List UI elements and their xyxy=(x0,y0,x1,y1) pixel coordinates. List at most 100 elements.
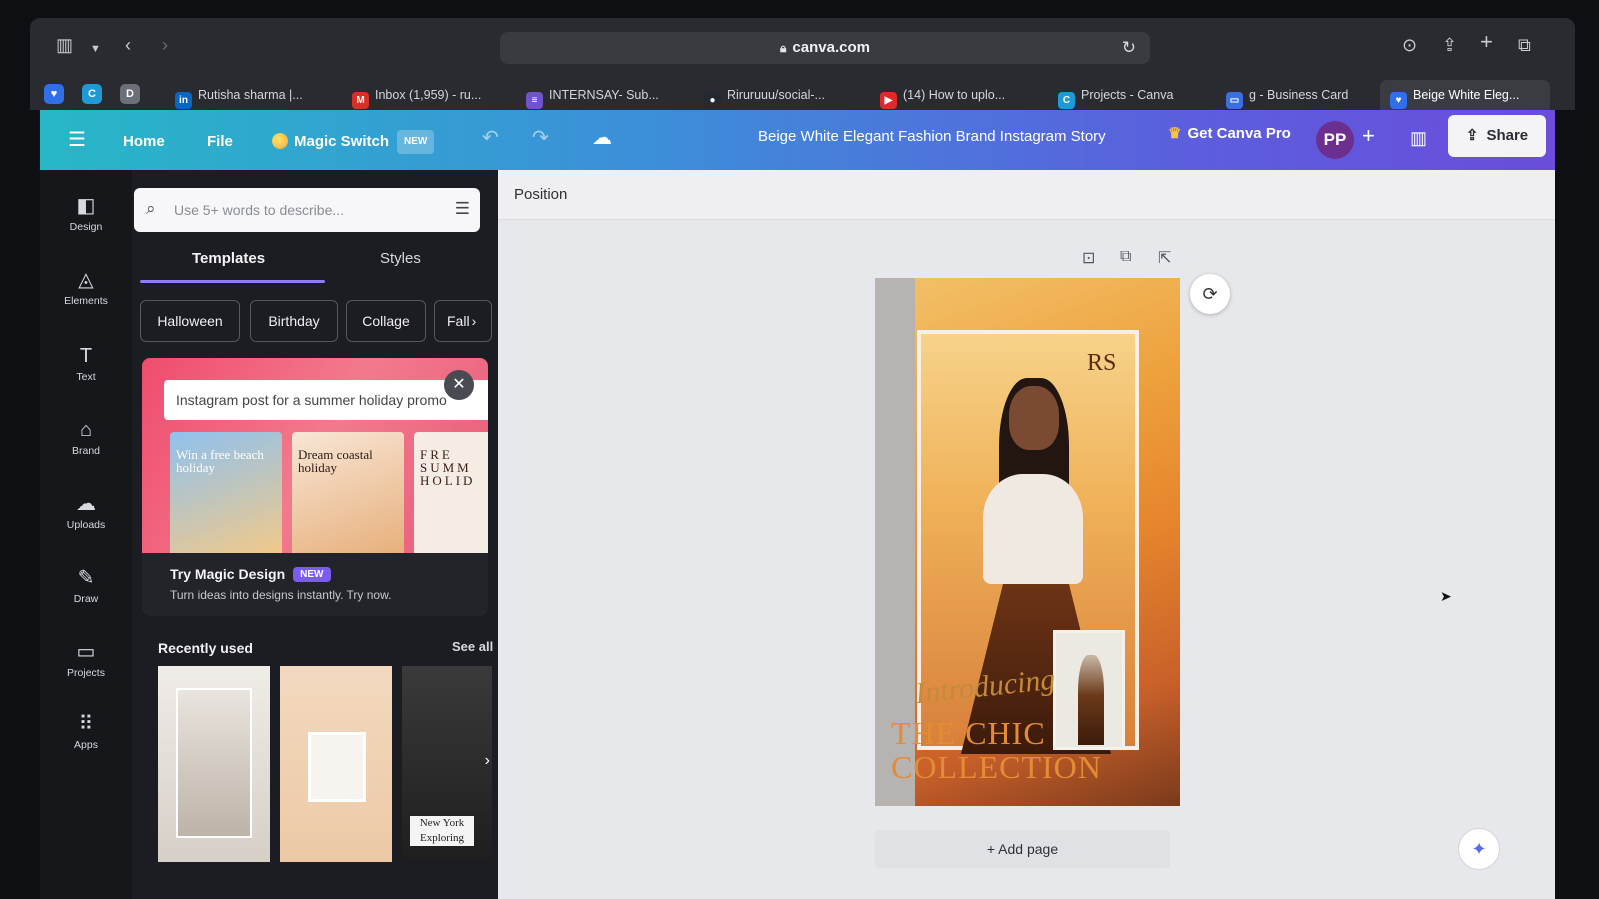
promo-thumb: Dream coastal holiday xyxy=(292,432,404,553)
recent-template[interactable]: New York Exploring › xyxy=(402,666,492,862)
pinned-tab[interactable]: C xyxy=(82,84,102,104)
sidebar-toggle-icon[interactable]: ▥ xyxy=(56,34,73,56)
add-member-icon[interactable]: + xyxy=(1362,125,1375,147)
menu-icon[interactable]: ☰ xyxy=(68,130,86,150)
refresh-icon[interactable]: ⟳ xyxy=(1190,274,1230,314)
sidebar-item-apps[interactable]: ⠿ Apps xyxy=(40,712,132,752)
design-title-text[interactable]: THE CHIC COLLECTION xyxy=(891,716,1180,784)
sidebar-item-label: Brand xyxy=(71,445,101,457)
linkedin-icon: in xyxy=(175,92,192,109)
avatar[interactable]: PP xyxy=(1316,121,1354,159)
undo-icon[interactable]: ↶ xyxy=(482,128,499,148)
sidebar-item-projects[interactable]: ▭ Projects xyxy=(40,640,132,680)
chip-fall-label: Fall xyxy=(447,313,470,329)
recent-template[interactable] xyxy=(158,666,270,862)
file-menu[interactable]: File xyxy=(207,132,233,152)
browser-tab-title: Projects - Canva xyxy=(1081,88,1174,102)
chip-halloween[interactable]: Halloween xyxy=(140,300,240,342)
template-caption-line: Exploring xyxy=(420,832,464,844)
sidebar-item-design[interactable]: ◧ Design xyxy=(40,194,132,234)
browser-tab[interactable]: M Inbox (1,959) - ru... xyxy=(352,80,512,110)
new-tab-icon[interactable]: + xyxy=(1480,31,1493,53)
chip-fall[interactable]: Fall › xyxy=(434,300,492,342)
browser-tab[interactable]: in Rutisha sharma |... xyxy=(175,80,335,110)
text-icon: T xyxy=(79,345,93,367)
add-page-button[interactable]: + Add page xyxy=(875,830,1170,868)
draw-icon: ✎ xyxy=(77,567,95,589)
youtube-icon: ▶ xyxy=(880,92,897,109)
back-icon[interactable]: ‹ xyxy=(125,34,131,56)
sidebar-item-text[interactable]: T Text xyxy=(40,344,132,384)
design-monogram[interactable]: RS xyxy=(1087,350,1116,377)
browser-tab-title: (14) How to uplo... xyxy=(903,88,1006,102)
heart-shield-icon: ♥ xyxy=(50,88,58,100)
tab-overview-icon[interactable]: ⧉ xyxy=(1518,34,1531,56)
editor-canvas-area: Position ⊡ ⧉ ⇱ ⟳ RS Introducing THE CHIC… xyxy=(498,170,1555,899)
get-canva-pro-button[interactable]: ♛ Get Canva Pro xyxy=(1168,124,1291,144)
canva-icon: C xyxy=(88,88,96,100)
promo-thumb-text: Dream coastal holiday xyxy=(298,447,373,475)
template-search: ⌕ ☰ xyxy=(134,188,480,232)
promo-prompt: Instagram post for a summer holiday prom… xyxy=(164,380,488,420)
tab-templates[interactable]: Templates xyxy=(192,250,265,267)
forward-icon[interactable]: › xyxy=(162,34,168,56)
duplicate-page-icon[interactable]: ⧉ xyxy=(1120,248,1131,266)
design-page[interactable]: RS Introducing THE CHIC COLLECTION xyxy=(875,278,1180,806)
browser-tab[interactable]: ▭ g - Business Card xyxy=(1226,80,1376,110)
pinned-tab[interactable]: ♥ xyxy=(44,84,64,104)
recent-template[interactable] xyxy=(280,666,392,862)
lock-icon[interactable]: ⊡ xyxy=(1082,248,1095,268)
browser-tab-title: INTERNSAY- Sub... xyxy=(549,88,659,102)
sidebar-item-elements[interactable]: ◬ Elements xyxy=(40,268,132,308)
chevron-right-icon[interactable]: › xyxy=(485,752,490,770)
sidebar-item-draw[interactable]: ✎ Draw xyxy=(40,566,132,606)
close-icon[interactable]: ✕ xyxy=(444,370,474,400)
magic-assistant-icon[interactable]: ✦ xyxy=(1458,828,1500,870)
browser-chrome: ▥ ▼ ‹ › 🔒︎ canva.com ↻ ⊙ ⇪ + ⧉ ♥ C D in Ru… xyxy=(30,18,1575,110)
magic-switch-label: Magic Switch xyxy=(294,133,390,150)
sidebar-item-brand[interactable]: ⌂ Brand xyxy=(40,418,132,458)
canva-icon: C xyxy=(1058,92,1075,109)
filter-icon[interactable]: ☰ xyxy=(455,199,470,219)
reload-icon[interactable]: ↻ xyxy=(1122,32,1136,64)
tab-styles[interactable]: Styles xyxy=(380,250,421,267)
chip-birthday[interactable]: Birthday xyxy=(250,300,338,342)
github-icon: ● xyxy=(704,92,721,109)
browser-tab[interactable]: C Projects - Canva xyxy=(1058,80,1218,110)
projects-icon: ▭ xyxy=(76,641,96,663)
browser-tab[interactable]: ≡ INTERNSAY- Sub... xyxy=(526,80,691,110)
browser-tab[interactable]: ♥ Beige White Eleg... xyxy=(1380,80,1550,110)
search-input[interactable] xyxy=(174,199,434,221)
mouse-cursor-icon: ➤ xyxy=(1440,588,1452,604)
address-bar[interactable]: 🔒︎ canva.com ↻ xyxy=(500,32,1150,64)
chevron-down-icon[interactable]: ▼ xyxy=(90,38,101,60)
download-icon[interactable]: ⊙ xyxy=(1402,34,1417,56)
templates-panel: ⌕ ☰ Templates Styles Halloween Birthday … xyxy=(132,170,498,899)
home-menu[interactable]: Home xyxy=(123,132,165,152)
chevron-right-icon[interactable]: › xyxy=(472,313,477,329)
browser-tab-title: Rutisha sharma |... xyxy=(198,88,303,102)
editor-toolbar: Position xyxy=(498,170,1555,220)
promo-title-text: Try Magic Design xyxy=(170,566,286,582)
share-button[interactable]: ⇪ Share xyxy=(1448,115,1546,157)
insights-chart-icon[interactable]: ▥ xyxy=(1410,128,1427,148)
share-label: Share xyxy=(1486,127,1529,144)
browser-tab[interactable]: ● Riruruuu/social-... xyxy=(704,80,864,110)
share-sheet-icon[interactable]: ⇪ xyxy=(1442,34,1457,56)
redo-icon[interactable]: ↷ xyxy=(532,128,549,148)
sidebar-item-uploads[interactable]: ☁ Uploads xyxy=(40,492,132,532)
magic-design-promo[interactable]: Instagram post for a summer holiday prom… xyxy=(142,358,488,616)
pinned-tab[interactable]: D xyxy=(120,84,140,104)
uploads-icon: ☁ xyxy=(76,493,96,515)
cloud-saved-icon[interactable]: ☁ xyxy=(592,128,612,148)
document-title[interactable]: Beige White Elegant Fashion Brand Instag… xyxy=(758,127,1106,147)
magic-switch-button[interactable]: Magic Switch NEW xyxy=(272,130,435,154)
chip-collage[interactable]: Collage xyxy=(346,300,426,342)
see-all-link[interactable]: See all xyxy=(452,639,493,654)
sidebar-item-label: Apps xyxy=(74,739,98,751)
add-page-icon[interactable]: ⇱ xyxy=(1158,248,1171,268)
position-button[interactable]: Position xyxy=(514,186,567,203)
browser-tab-title: g - Business Card xyxy=(1249,88,1349,102)
browser-tab-title: Inbox (1,959) - ru... xyxy=(375,88,482,102)
browser-tab[interactable]: ▶ (14) How to uplo... xyxy=(880,80,1045,110)
